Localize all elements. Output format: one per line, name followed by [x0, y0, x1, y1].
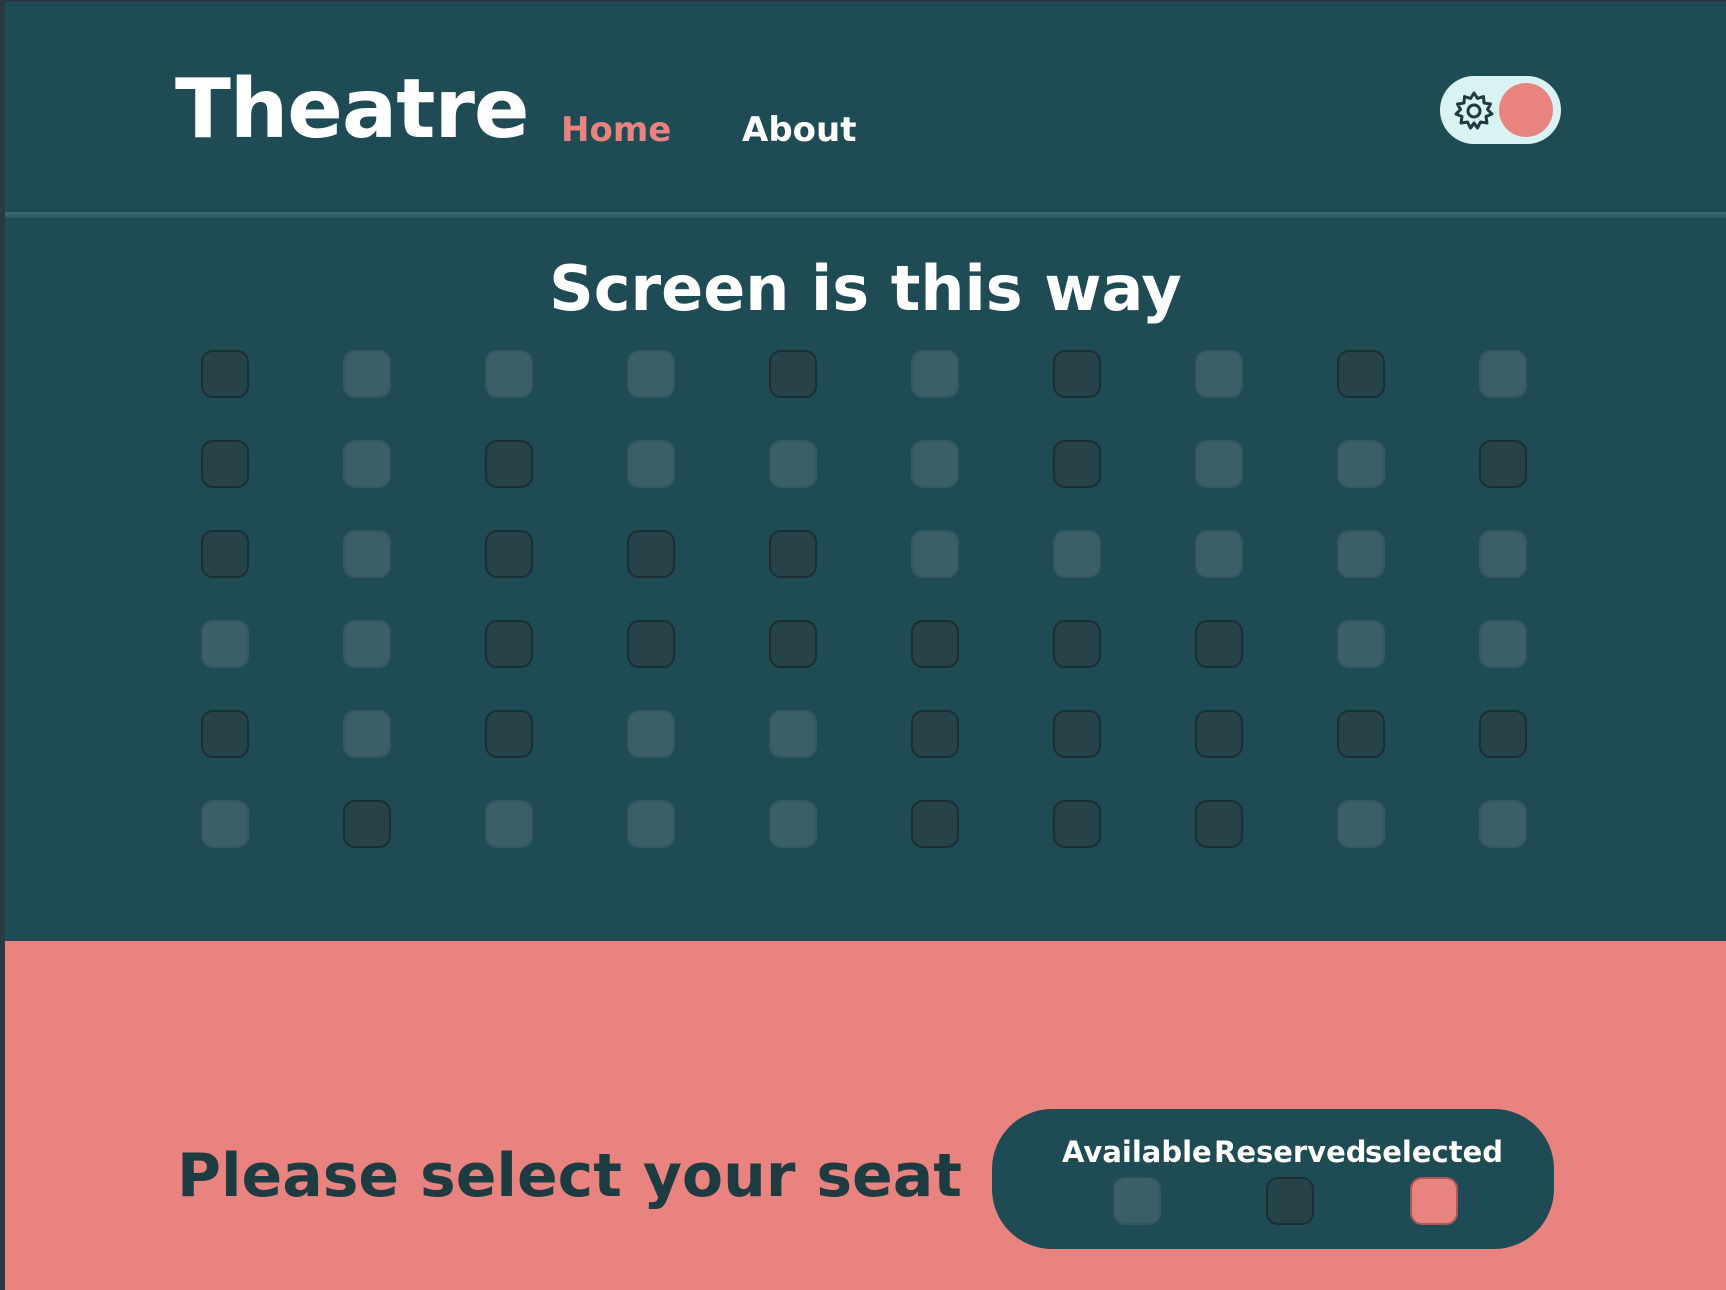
legend-item-reserved: Reserved — [1214, 1135, 1367, 1225]
logo: Theatre — [175, 62, 530, 157]
seat-available[interactable] — [1337, 620, 1385, 668]
seat-reserved[interactable] — [1053, 350, 1101, 398]
seat-reserved[interactable] — [769, 620, 817, 668]
seat-available[interactable] — [343, 710, 391, 758]
legend-item-available: Available — [1062, 1135, 1212, 1225]
seat-reserved[interactable] — [627, 620, 675, 668]
seat-reserved[interactable] — [769, 530, 817, 578]
theatre-page: Theatre Home About Screen is this way Pl… — [0, 0, 1726, 1290]
header: Theatre Home About — [5, 2, 1726, 214]
seat-available[interactable] — [911, 530, 959, 578]
seat-available[interactable] — [1195, 530, 1243, 578]
seat-available[interactable] — [1195, 350, 1243, 398]
seat-reserved[interactable] — [1195, 800, 1243, 848]
seat-available[interactable] — [1337, 530, 1385, 578]
seat-available[interactable] — [343, 530, 391, 578]
seat-available[interactable] — [627, 800, 675, 848]
seat-available[interactable] — [485, 800, 533, 848]
seat-available[interactable] — [1479, 800, 1527, 848]
legend-swatch-reserved — [1266, 1177, 1315, 1225]
seat-reserved[interactable] — [485, 620, 533, 668]
seat-reserved[interactable] — [911, 710, 959, 758]
seat-reserved[interactable] — [485, 530, 533, 578]
gear-icon — [1454, 91, 1494, 130]
footer: Please select your seat Available Reserv… — [5, 941, 1726, 1290]
seat-grid — [201, 350, 1531, 890]
legend-label: Available — [1062, 1135, 1212, 1169]
seat-available[interactable] — [1479, 530, 1527, 578]
seat-reserved[interactable] — [1337, 710, 1385, 758]
seat-available[interactable] — [911, 440, 959, 488]
seat-reserved[interactable] — [201, 350, 249, 398]
seat-reserved[interactable] — [1195, 710, 1243, 758]
legend-label: Reserved — [1214, 1135, 1367, 1169]
seat-available[interactable] — [1479, 350, 1527, 398]
seat-reserved[interactable] — [1479, 440, 1527, 488]
seat-available[interactable] — [1337, 800, 1385, 848]
screen-direction-title: Screen is this way — [549, 252, 1182, 325]
seat-row — [201, 710, 1531, 800]
seat-available[interactable] — [769, 800, 817, 848]
seat-reserved[interactable] — [201, 710, 249, 758]
seat-available[interactable] — [1195, 440, 1243, 488]
seat-available[interactable] — [627, 710, 675, 758]
seat-reserved[interactable] — [1053, 710, 1101, 758]
seat-available[interactable] — [911, 350, 959, 398]
seat-row — [201, 440, 1531, 530]
seat-reserved[interactable] — [1195, 620, 1243, 668]
seat-reserved[interactable] — [485, 440, 533, 488]
seat-reserved[interactable] — [485, 710, 533, 758]
seat-available[interactable] — [343, 620, 391, 668]
seat-available[interactable] — [343, 440, 391, 488]
seat-reserved[interactable] — [1053, 620, 1101, 668]
seat-row — [201, 350, 1531, 440]
seat-reserved[interactable] — [911, 620, 959, 668]
seat-available[interactable] — [769, 440, 817, 488]
seat-available[interactable] — [485, 350, 533, 398]
seat-reserved[interactable] — [1053, 800, 1101, 848]
seat-available[interactable] — [769, 710, 817, 758]
seat-reserved[interactable] — [911, 800, 959, 848]
seat-row — [201, 800, 1531, 890]
seat-reserved[interactable] — [1053, 440, 1101, 488]
nav-home-link[interactable]: Home — [561, 110, 671, 150]
seat-reserved[interactable] — [1479, 710, 1527, 758]
nav-about-link[interactable]: About — [742, 110, 856, 150]
legend-swatch-available — [1112, 1177, 1161, 1225]
seat-available[interactable] — [1053, 530, 1101, 578]
seat-reserved[interactable] — [343, 800, 391, 848]
seat-reserved[interactable] — [201, 440, 249, 488]
seat-available[interactable] — [201, 800, 249, 848]
seat-available[interactable] — [1479, 620, 1527, 668]
seat-row — [201, 530, 1531, 620]
header-divider — [5, 212, 1726, 218]
seat-reserved[interactable] — [201, 530, 249, 578]
seat-reserved[interactable] — [627, 530, 675, 578]
seat-available[interactable] — [343, 350, 391, 398]
seat-row — [201, 620, 1531, 710]
seat-available[interactable] — [627, 350, 675, 398]
legend-item-selected: selected — [1365, 1135, 1503, 1225]
seat-available[interactable] — [201, 620, 249, 668]
seat-reserved[interactable] — [769, 350, 817, 398]
legend-swatch-selected — [1410, 1177, 1459, 1225]
footer-title: Please select your seat — [177, 1141, 962, 1211]
toggle-knob — [1499, 83, 1553, 137]
seat-available[interactable] — [627, 440, 675, 488]
seat-legend: Available Reserved selected — [992, 1109, 1554, 1249]
legend-label: selected — [1365, 1135, 1504, 1169]
seat-reserved[interactable] — [1337, 350, 1385, 398]
seat-available[interactable] — [1337, 440, 1385, 488]
theme-toggle[interactable] — [1440, 76, 1561, 144]
